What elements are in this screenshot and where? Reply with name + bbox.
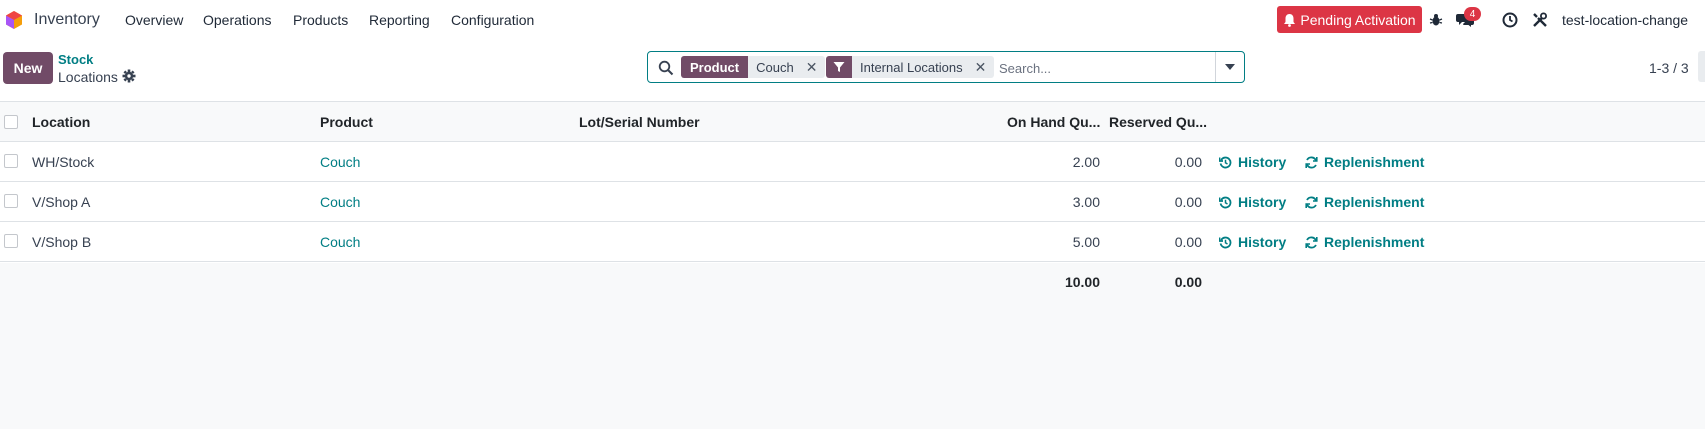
history-icon [1219, 156, 1232, 168]
breadcrumb-current: Locations [58, 69, 118, 85]
row-on-hand: 5.00 [1072, 234, 1100, 250]
menu-overview[interactable]: Overview [125, 12, 183, 28]
menu-configuration[interactable]: Configuration [451, 12, 534, 28]
refresh-icon [1305, 156, 1318, 168]
refresh-icon [1305, 196, 1318, 208]
product-facet-value-text: Couch [756, 59, 794, 75]
list-header: Location Product Lot/Serial Number On Ha… [0, 101, 1705, 142]
replenishment-button[interactable]: Replenishment [1305, 234, 1424, 250]
new-button[interactable]: New [3, 52, 53, 84]
list-footer-totals: 10.00 0.00 [0, 263, 1705, 303]
row-checkbox[interactable] [4, 234, 18, 248]
table-row[interactable]: V/Shop B Couch 5.00 0.00 History Repleni… [0, 222, 1705, 262]
row-location: V/Shop B [32, 234, 92, 250]
row-reserved: 0.00 [1174, 234, 1202, 250]
row-reserved: 0.00 [1174, 194, 1202, 210]
row-location: V/Shop A [32, 194, 91, 210]
search-bar: Product Couch ✕ Internal Locations ✕ [647, 51, 1245, 83]
filter-facet: Internal Locations ✕ [826, 56, 995, 78]
menu-operations[interactable]: Operations [203, 12, 271, 28]
list-empty-area [0, 303, 1705, 429]
history-label: History [1238, 234, 1287, 250]
total-reserved: 0.00 [1174, 274, 1202, 290]
refresh-icon [1305, 236, 1318, 248]
gear-icon[interactable] [122, 69, 136, 83]
user-menu[interactable]: test-location-change [1562, 12, 1688, 28]
pager-value[interactable]: 1-3 / 3 [1649, 60, 1689, 76]
column-on-hand[interactable]: On Hand Qu... [1007, 114, 1100, 130]
caret-down-icon[interactable] [1215, 52, 1244, 82]
pending-activation-button[interactable]: Pending Activation [1277, 6, 1422, 33]
replenishment-label: Replenishment [1324, 234, 1425, 250]
search-icon [658, 60, 674, 76]
history-label: History [1238, 194, 1287, 210]
history-icon [1219, 236, 1232, 248]
select-all-checkbox[interactable] [4, 115, 18, 129]
history-button[interactable]: History [1219, 234, 1286, 250]
pager-next-button[interactable] [1698, 51, 1705, 82]
replenishment-label: Replenishment [1324, 154, 1425, 170]
row-product[interactable]: Couch [320, 234, 360, 250]
odoo-logo-icon[interactable] [4, 10, 24, 30]
history-label: History [1238, 154, 1287, 170]
row-product[interactable]: Couch [320, 194, 360, 210]
top-navbar: Inventory Overview Operations Products R… [0, 0, 1705, 40]
history-icon [1219, 196, 1232, 208]
product-facet: Product Couch ✕ [681, 56, 826, 78]
product-facet-label: Product [681, 56, 749, 78]
row-on-hand: 2.00 [1072, 154, 1100, 170]
filter-facet-value-text: Internal Locations [860, 59, 963, 75]
bug-icon[interactable] [1426, 10, 1446, 30]
table-row[interactable]: V/Shop A Couch 3.00 0.00 History Repleni… [0, 182, 1705, 222]
column-location[interactable]: Location [32, 114, 90, 130]
history-button[interactable]: History [1219, 154, 1286, 170]
replenishment-button[interactable]: Replenishment [1305, 194, 1424, 210]
row-on-hand: 3.00 [1072, 194, 1100, 210]
history-button[interactable]: History [1219, 194, 1286, 210]
search-input[interactable] [997, 57, 1209, 79]
replenishment-button[interactable]: Replenishment [1305, 154, 1424, 170]
filter-facet-value: Internal Locations ✕ [852, 56, 995, 78]
tools-icon[interactable] [1530, 10, 1550, 30]
breadcrumb-stock[interactable]: Stock [58, 52, 93, 67]
column-reserved[interactable]: Reserved Qu... [1109, 114, 1207, 130]
product-facet-value: Couch ✕ [748, 56, 826, 78]
menu-reporting[interactable]: Reporting [369, 12, 430, 28]
menu-products[interactable]: Products [293, 12, 348, 28]
table-row[interactable]: WH/Stock Couch 2.00 0.00 History Repleni… [0, 142, 1705, 182]
row-checkbox[interactable] [4, 154, 18, 168]
close-icon[interactable]: ✕ [975, 59, 987, 76]
row-reserved: 0.00 [1174, 154, 1202, 170]
filter-icon [826, 56, 852, 78]
row-location: WH/Stock [32, 154, 95, 170]
column-lot-serial[interactable]: Lot/Serial Number [579, 114, 700, 130]
replenishment-label: Replenishment [1324, 194, 1425, 210]
messages-count-badge: 4 [1464, 7, 1481, 21]
pending-activation-label: Pending Activation [1300, 11, 1416, 28]
bell-icon [1284, 13, 1296, 27]
clock-icon[interactable] [1500, 10, 1520, 30]
row-product[interactable]: Couch [320, 154, 360, 170]
close-icon[interactable]: ✕ [806, 59, 818, 76]
row-checkbox[interactable] [4, 194, 18, 208]
total-on-hand: 10.00 [1064, 274, 1100, 290]
app-name[interactable]: Inventory [34, 11, 100, 29]
column-product[interactable]: Product [320, 114, 373, 130]
